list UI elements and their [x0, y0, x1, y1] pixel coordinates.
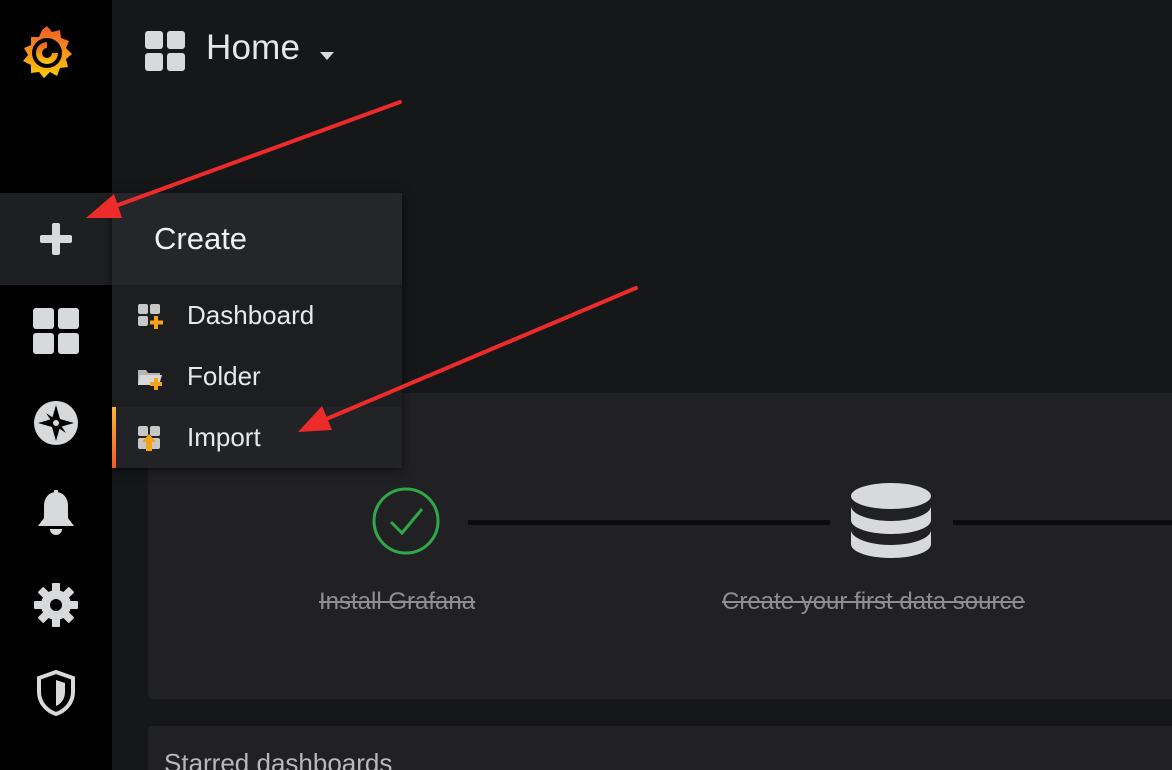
shield-admin-icon — [37, 670, 75, 716]
sidemenu-explore[interactable] — [0, 390, 112, 456]
dashboards-grid-icon — [145, 31, 185, 71]
create-menu-item-import[interactable]: Import — [112, 407, 402, 468]
gear-configuration-icon — [34, 583, 78, 627]
side-menu — [0, 0, 112, 770]
starred-dashboards-title: Starred dashboards — [164, 748, 393, 770]
sidemenu-dashboards[interactable] — [0, 298, 112, 364]
grafana-logo-icon[interactable] — [16, 22, 78, 84]
create-menu-item-folder[interactable]: Folder — [112, 346, 402, 407]
bell-alerting-icon — [38, 490, 74, 535]
create-menu-header[interactable]: Create — [112, 193, 402, 285]
check-circle-icon — [372, 487, 440, 555]
step-label-install: Install Grafana — [319, 588, 476, 615]
step-connector — [953, 520, 1172, 525]
create-menu-item-dashboard[interactable]: Dashboard — [112, 285, 402, 346]
caret-down-icon[interactable] — [320, 52, 334, 61]
import-icon — [138, 425, 160, 451]
dashboard-add-icon — [138, 303, 163, 329]
create-menu-label: Folder — [187, 361, 261, 391]
dashboard-title[interactable]: Home — [206, 28, 300, 68]
create-dropdown-menu: Create Dashboard Folder Import — [112, 193, 402, 468]
database-icon — [851, 483, 931, 558]
step-label-datasource[interactable]: Create your first data source — [722, 588, 1025, 616]
compass-explore-icon — [34, 401, 78, 445]
sidemenu-create[interactable] — [0, 193, 112, 285]
folder-add-icon — [138, 369, 162, 390]
grafana-app: Home Install Grafana Create your first d… — [0, 0, 1172, 770]
create-menu-label: Dashboard — [187, 300, 315, 330]
sidemenu-alerting[interactable] — [0, 480, 112, 546]
step-connector — [468, 520, 830, 525]
dashboards-grid-icon — [33, 308, 79, 354]
create-menu-label: Import — [187, 422, 261, 452]
plus-icon — [40, 223, 72, 255]
sidemenu-server-admin[interactable] — [0, 660, 112, 726]
sidemenu-configuration[interactable] — [0, 572, 112, 638]
